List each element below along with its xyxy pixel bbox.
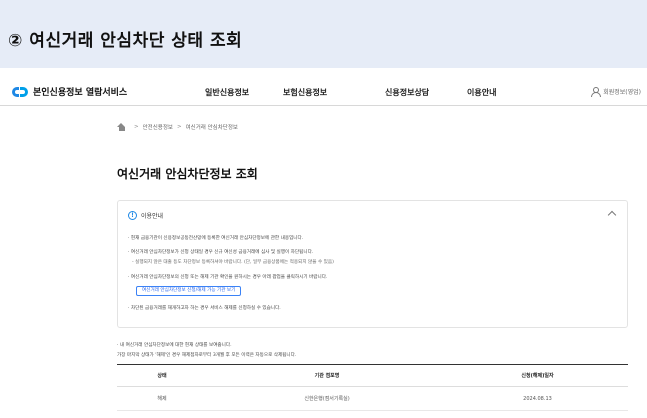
column-header-date: 신청(해제)일자 [447, 364, 628, 387]
logo-text: 본인신용정보 열람서비스 [33, 88, 128, 98]
breadcrumb-item[interactable]: 여신거래 안심차단정보 [186, 123, 238, 131]
guide-line: · 여신거래 안심차단정보의 신청 또는 해제 기관 확인을 원하시는 경우 아… [128, 275, 328, 280]
banner: ② 여신거래 안심차단 상태 조회 [0, 0, 647, 68]
nav-credit-consulting[interactable]: 신용정보상담 [385, 87, 429, 98]
info-icon: ! [128, 211, 137, 220]
site-logo[interactable]: 본인신용정보 열람서비스 [12, 85, 127, 98]
guide-line: · 차단된 금융거래를 재개하고자 하는 경우 서비스 해제를 신청하실 수 있… [128, 306, 281, 311]
guide-line: - 실행되지 않은 대출 등도 차단정보 등록하셔야 바랍니다. (단, 일부 … [132, 260, 334, 265]
usage-guide-heading: 이용안내 [141, 213, 164, 220]
usage-guide-header[interactable]: ! 이용안내 [128, 211, 163, 220]
chevron-up-icon[interactable] [607, 210, 617, 220]
agency-cell: 신한은행(점서기록실) [207, 386, 447, 411]
breadcrumb: > 안전신용정보 > 여신거래 안심차단정보 [117, 123, 238, 131]
guide-line: · 현재 금융기관이 신용정보공동전산망에 등록한 여신거래 안심차단정보에 관… [128, 236, 304, 241]
guide-line: · 여신거래 안심차단정보가 신청 상태일 경우 신규 여신성 금융거래에 심사… [128, 250, 314, 255]
member-info-link[interactable]: 회원정보(영업) [591, 87, 641, 97]
date-cell: 2024.08.13 [447, 386, 628, 411]
home-icon[interactable] [117, 123, 126, 131]
deletion-note: 가장 마지막 상태가 '해제'인 경우 해제접자로부터 3개월 후 모든 이력은… [117, 353, 297, 358]
table-row: 해제 신한은행(점서기록실) 2024.08.13 [117, 386, 628, 411]
logo-icon [12, 86, 30, 98]
global-navigation: 본인신용정보 열람서비스 일반신용정보 보험신용정보 신용정보상담 이용안내 회… [0, 78, 647, 106]
column-header-status: 상태 [117, 364, 207, 387]
banner-title: ② 여신거래 안심차단 상태 조회 [8, 31, 243, 51]
member-label: 회원정보(영업) [603, 89, 641, 96]
breadcrumb-separator: > [176, 124, 182, 130]
status-cell: 해제 [117, 386, 207, 411]
page-title: 여신거래 안심차단정보 조회 [117, 167, 258, 181]
block-status-table: 상태 기관 점포명 신청(해제)일자 해제 신한은행(점서기록실) 2024.0… [117, 364, 628, 411]
table-header-row: 상태 기관 점포명 신청(해제)일자 [117, 364, 628, 387]
column-header-agency: 기관 점포명 [207, 364, 447, 387]
nav-general-credit[interactable]: 일반신용정보 [205, 87, 249, 98]
status-note: · 내 여신거래 안심차단정보에 대한 현재 상태를 보여줍니다. [117, 343, 232, 348]
user-icon [591, 87, 602, 97]
nav-usage-guide[interactable]: 이용안내 [467, 87, 496, 98]
breadcrumb-separator: > [134, 124, 139, 130]
breadcrumb-item[interactable]: 안전신용정보 [143, 123, 173, 131]
agency-list-button[interactable]: 여신거래 안심차단정보 신청/해제 가능 기관 보기 [136, 286, 242, 296]
nav-insurance-credit[interactable]: 보험신용정보 [283, 87, 327, 98]
usage-guide-panel: ! 이용안내 · 현재 금융기관이 신용정보공동전산망에 등록한 여신거래 안심… [117, 200, 628, 328]
